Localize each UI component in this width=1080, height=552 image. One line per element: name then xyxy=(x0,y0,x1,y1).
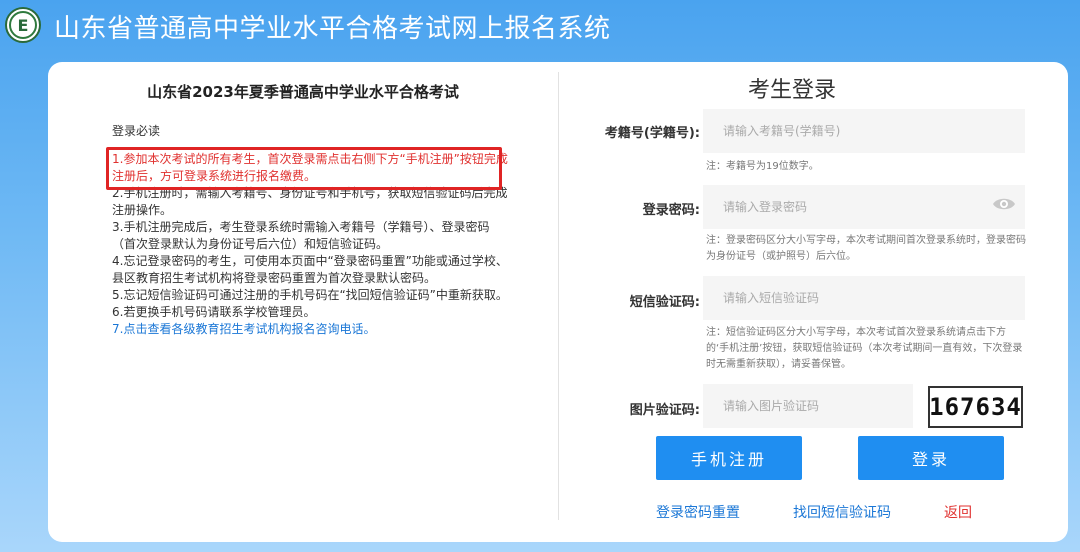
exam-id-hint: 注：考籍号为19位数字。 xyxy=(706,161,819,172)
captcha-label: 图片验证码: xyxy=(629,403,700,418)
notice-item-2: 2.手机注册时，需输入考籍号、身份证号和手机号，获取短信验证码后完成注册操作。 xyxy=(112,186,508,217)
back-link[interactable]: 返回 xyxy=(944,502,972,522)
password-hint: 注：登录密码区分大小写字母，本次考试期间首次登录系统时，登录密码为身份证号（或护… xyxy=(706,235,1026,262)
notice-item-4: 4.忘记登录密码的考生，可使用本页面中“登录密码重置”功能或通过学校、县区教育招… xyxy=(112,254,508,285)
notice-item-7-prefix: 7. xyxy=(112,322,124,336)
notice-item-3: 3.手机注册完成后，考生登录系统时需输入考籍号（学籍号）、登录密码（首次登录默认… xyxy=(112,220,490,251)
consult-phone-link[interactable]: 点击查看各级教育招生考试机构报名咨询电话。 xyxy=(123,322,375,336)
notice-heading: 登录必读 xyxy=(112,124,161,138)
notice-item-7: 7.点击查看各级教育招生考试机构报名咨询电话。 xyxy=(112,321,512,338)
divider xyxy=(558,72,559,520)
sms-code-input[interactable] xyxy=(703,276,1025,320)
password-input[interactable] xyxy=(703,185,1025,229)
captcha-input[interactable] xyxy=(703,384,913,428)
recover-sms-link[interactable]: 找回短信验证码 xyxy=(793,502,891,522)
sms-label: 短信验证码: xyxy=(629,295,700,310)
login-title: 考生登录 xyxy=(748,78,837,103)
login-button[interactable]: 登录 xyxy=(858,436,1004,480)
exam-id-label: 考籍号(学籍号): xyxy=(604,126,700,141)
reset-password-link[interactable]: 登录密码重置 xyxy=(656,502,740,522)
password-label: 登录密码: xyxy=(642,203,700,218)
notice-item-5: 5.忘记短信验证码可通过注册的手机号码在“找回短信验证码”中重新获取。 xyxy=(112,288,508,302)
main-card: 山东省2023年夏季普通高中学业水平合格考试 登录必读 1.参加本次考试的所有考… xyxy=(48,62,1068,542)
captcha-image[interactable]: 167634 xyxy=(928,386,1023,428)
exam-id-input[interactable] xyxy=(703,109,1025,153)
logo-icon: E xyxy=(5,7,41,43)
register-button[interactable]: 手机注册 xyxy=(656,436,802,480)
eye-icon[interactable] xyxy=(992,196,1016,212)
sms-hint: 注：短信验证码区分大小写字母，本次考试首次登录系统请点击下方的‘手机注册’按钮，… xyxy=(706,327,1023,370)
site-title: 山东省普通高中学业水平合格考试网上报名系统 xyxy=(54,14,611,44)
logo-letter: E xyxy=(9,11,37,39)
notice-title: 山东省2023年夏季普通高中学业水平合格考试 xyxy=(147,83,459,101)
header: E 山东省普通高中学业水平合格考试网上报名系统 xyxy=(0,0,1080,52)
highlight-box xyxy=(106,147,502,190)
notice-item-6: 6.若更换手机号码请联系学校管理员。 xyxy=(112,305,316,319)
